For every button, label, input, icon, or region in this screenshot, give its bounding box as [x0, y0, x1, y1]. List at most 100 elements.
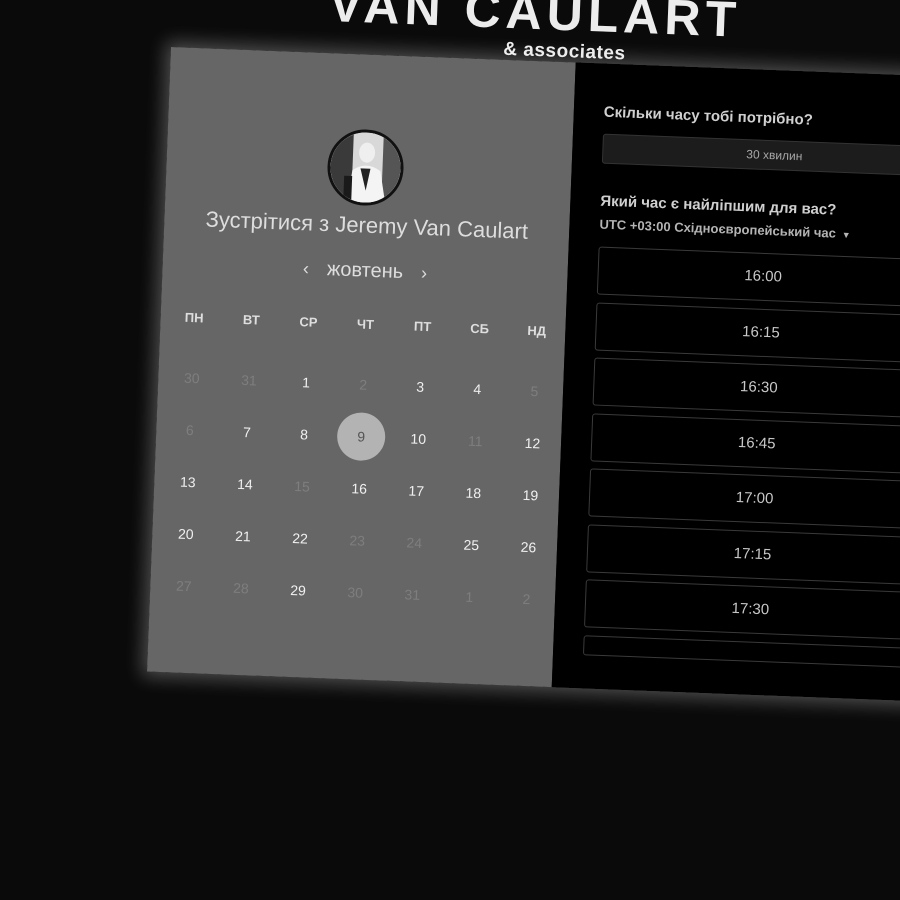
day-number: 12 [524, 434, 541, 452]
day-number: 8 [299, 426, 309, 443]
meet-prefix: Зустрітися з [205, 206, 330, 237]
timezone-label: UTC +03:00 Східноєвропейський час [599, 216, 837, 241]
calendar-day: 15 [273, 459, 332, 513]
calendar-day[interactable]: 22 [271, 511, 330, 565]
calendar-day: 28 [211, 561, 270, 615]
day-number: 28 [232, 579, 250, 597]
calendar-day[interactable]: 16 [330, 461, 389, 515]
host-name: Jeremy Van Caulart [334, 211, 529, 244]
day-number: 14 [236, 475, 254, 493]
next-month-icon[interactable]: › [415, 263, 434, 285]
calendar-day[interactable]: 26 [499, 520, 558, 574]
weekday-label: НД [527, 322, 547, 339]
day-number: 27 [175, 577, 192, 595]
day-number: 30 [347, 584, 364, 601]
duration-select[interactable]: 30 хвилин [601, 133, 900, 177]
time-slot[interactable]: 16:00 [596, 246, 900, 308]
day-number: 13 [179, 473, 196, 491]
time-slot[interactable] [582, 634, 900, 669]
weekday-header: ПН ВТ СР ЧТ ПТ СБ НД [165, 309, 565, 339]
calendar-day: 30 [162, 351, 221, 405]
booking-widget: Зустрітися з Jeremy Van Caulart ‹ жовтен… [147, 47, 900, 702]
weekday-label: ПТ [413, 318, 432, 335]
day-number: 4 [473, 380, 482, 398]
calendar-day-selected[interactable]: 9 [332, 410, 391, 464]
duration-question: Скільки часу тобі потрібно? [603, 103, 814, 129]
time-slot[interactable]: 16:45 [590, 412, 900, 475]
time-slot[interactable]: 17:00 [588, 468, 900, 530]
month-label: жовтень [326, 258, 404, 284]
days-grid: 30 31 1 2 3 4 5 6 7 8 9 10 11 12 13 14 15 16 17 18 19 20 21 22 2… [154, 351, 564, 626]
calendar-day: 2 [334, 358, 393, 412]
day-number: 1 [301, 374, 311, 391]
calendar-day: 6 [160, 403, 219, 457]
calendar-day: 31 [383, 568, 442, 622]
calendar-day: 11 [446, 414, 505, 468]
meet-title: Зустрітися з Jeremy Van Caulart [164, 205, 570, 247]
day-number: 6 [185, 421, 195, 439]
calendar-day[interactable]: 8 [275, 407, 334, 461]
weekday-label: СР [299, 314, 318, 330]
day-number: 21 [234, 527, 252, 545]
weekday-label: ЧТ [356, 316, 375, 332]
day-number: 29 [289, 581, 307, 599]
time-slot[interactable]: 16:30 [592, 357, 900, 419]
time-question: Який час є найліпшим для вас? [600, 192, 837, 219]
caret-down-icon: ▼ [841, 229, 851, 241]
day-number: 2 [522, 590, 531, 608]
prev-month-icon[interactable]: ‹ [297, 258, 316, 280]
weekday-label: ПН [184, 309, 204, 326]
calendar-day[interactable]: 18 [444, 466, 503, 520]
timezone-select[interactable]: UTC +03:00 Східноєвропейський час ▼ [599, 217, 851, 242]
calendar-day[interactable]: 20 [156, 507, 215, 561]
time-slot[interactable]: 16:15 [594, 302, 900, 364]
day-number: 17 [408, 482, 425, 500]
day-number: 16 [351, 480, 368, 497]
day-number: 24 [406, 534, 423, 551]
day-number: 15 [293, 478, 311, 495]
day-number: 1 [465, 588, 474, 606]
calendar-day: 24 [385, 516, 444, 570]
calendar-day: 1 [440, 570, 499, 624]
calendar-day: 31 [219, 353, 278, 407]
calendar-day: 2 [497, 572, 556, 626]
day-number: 31 [404, 586, 421, 603]
month-navigation: ‹ жовтень › [162, 252, 568, 291]
day-number: 22 [291, 530, 309, 547]
day-number: 10 [410, 430, 427, 448]
weekday-label: ВТ [242, 311, 260, 328]
day-number: 18 [465, 484, 482, 502]
calendar-day[interactable]: 17 [387, 464, 446, 518]
calendar-day[interactable]: 21 [213, 509, 272, 563]
day-number: 26 [520, 538, 537, 556]
time-slot[interactable]: 17:30 [584, 579, 900, 641]
day-number: 7 [242, 424, 252, 441]
calendar-day[interactable]: 7 [217, 405, 276, 459]
calendar-day[interactable]: 25 [442, 518, 501, 572]
calendar-day[interactable]: 10 [389, 412, 448, 466]
day-number: 25 [463, 536, 480, 554]
day-number: 3 [416, 378, 425, 395]
weekday-label: СБ [470, 320, 490, 337]
calendar-day[interactable]: 19 [501, 468, 560, 522]
calendar-day[interactable]: 12 [503, 416, 562, 470]
host-photo [329, 131, 402, 204]
calendar-day: 5 [505, 364, 564, 418]
time-panel: Скільки часу тобі потрібно? 30 хвилин Як… [551, 62, 900, 702]
day-number: 23 [349, 532, 366, 549]
avatar [326, 128, 405, 207]
calendar-day[interactable]: 1 [277, 355, 336, 409]
calendar-day: 23 [328, 513, 387, 567]
calendar-day: 30 [326, 565, 385, 619]
page: VAN CAULART & associates Зустрітися з Je… [0, 0, 900, 900]
day-number: 30 [183, 369, 200, 387]
calendar-day[interactable]: 14 [215, 457, 274, 511]
calendar-day[interactable]: 29 [269, 563, 328, 617]
day-number: 2 [358, 376, 368, 393]
day-number: 11 [467, 432, 483, 450]
calendar-day[interactable]: 13 [158, 455, 217, 509]
day-number: 5 [530, 383, 539, 400]
time-slot[interactable]: 17:15 [586, 523, 900, 586]
calendar-day[interactable]: 4 [448, 362, 507, 416]
calendar-day[interactable]: 3 [391, 360, 450, 414]
